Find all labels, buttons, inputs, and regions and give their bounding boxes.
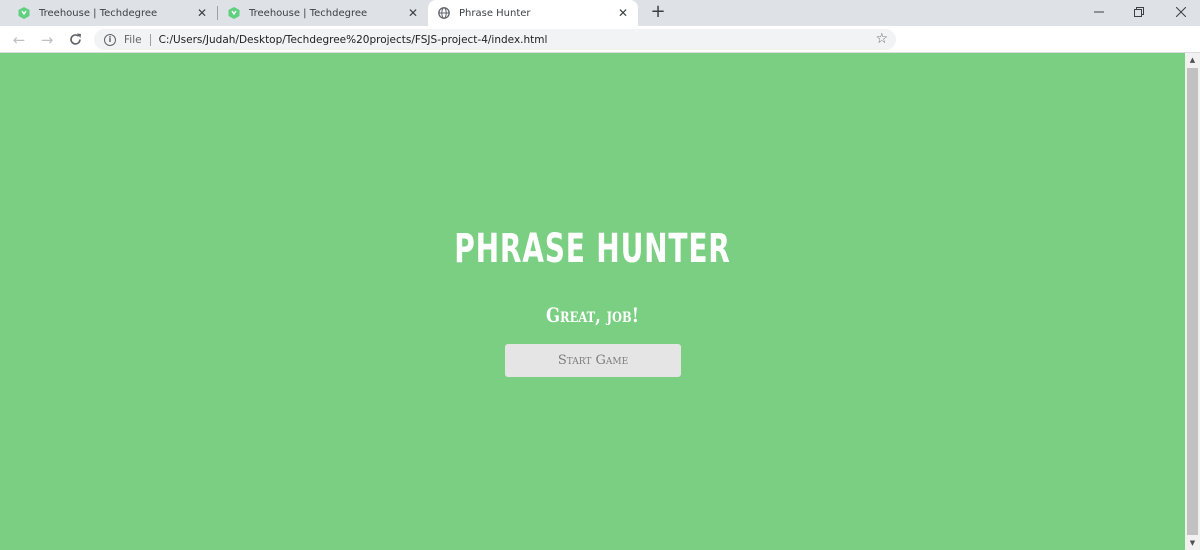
tab-strip: Treehouse | Techdegree ✕ Treehouse | Tec… — [0, 0, 1200, 26]
scroll-thumb[interactable] — [1187, 68, 1198, 535]
close-tab-icon[interactable]: ✕ — [616, 6, 630, 20]
game-result-message: Great, job! — [546, 303, 639, 327]
vertical-scrollbar[interactable]: ▲ ▼ — [1185, 53, 1200, 550]
new-tab-button[interactable]: + — [648, 2, 668, 22]
info-icon[interactable]: i — [104, 33, 116, 46]
tab-treehouse-2[interactable]: Treehouse | Techdegree ✕ — [218, 0, 428, 26]
reload-icon[interactable] — [65, 30, 85, 50]
address-bar[interactable]: i File C:/Users/Judah/Desktop/Techdegree… — [94, 29, 896, 50]
close-window-icon[interactable] — [1158, 0, 1200, 24]
tab-title: Treehouse | Techdegree — [39, 7, 158, 19]
treehouse-icon — [18, 7, 30, 19]
start-game-button[interactable]: Start Game — [505, 344, 681, 377]
star-icon[interactable]: ☆ — [875, 31, 888, 47]
forward-arrow-icon[interactable]: → — [37, 30, 57, 50]
tab-phrase-hunter[interactable]: Phrase Hunter ✕ — [428, 0, 638, 26]
restore-icon[interactable] — [1116, 0, 1162, 24]
tab-title: Treehouse | Techdegree — [249, 7, 368, 19]
tab-title: Phrase Hunter — [459, 7, 531, 19]
page-title: PHRASE HUNTER — [454, 226, 731, 272]
page-viewport: PHRASE HUNTER Great, job! Start Game — [0, 53, 1185, 550]
tab-treehouse-1[interactable]: Treehouse | Techdegree ✕ — [0, 0, 217, 26]
close-tab-icon[interactable]: ✕ — [195, 6, 209, 20]
treehouse-icon — [228, 7, 240, 19]
close-tab-icon[interactable]: ✕ — [406, 6, 420, 20]
browser-toolbar: ← → i File C:/Users/Judah/Desktop/Techde… — [0, 26, 1200, 53]
url-text[interactable]: C:/Users/Judah/Desktop/Techdegree%20proj… — [159, 34, 548, 46]
scroll-up-icon[interactable]: ▲ — [1185, 53, 1200, 67]
globe-icon — [438, 7, 450, 19]
back-arrow-icon[interactable]: ← — [9, 30, 29, 50]
scroll-down-icon[interactable]: ▼ — [1185, 536, 1200, 550]
scheme-label: File — [124, 33, 142, 46]
omnibox-separator — [149, 33, 151, 46]
